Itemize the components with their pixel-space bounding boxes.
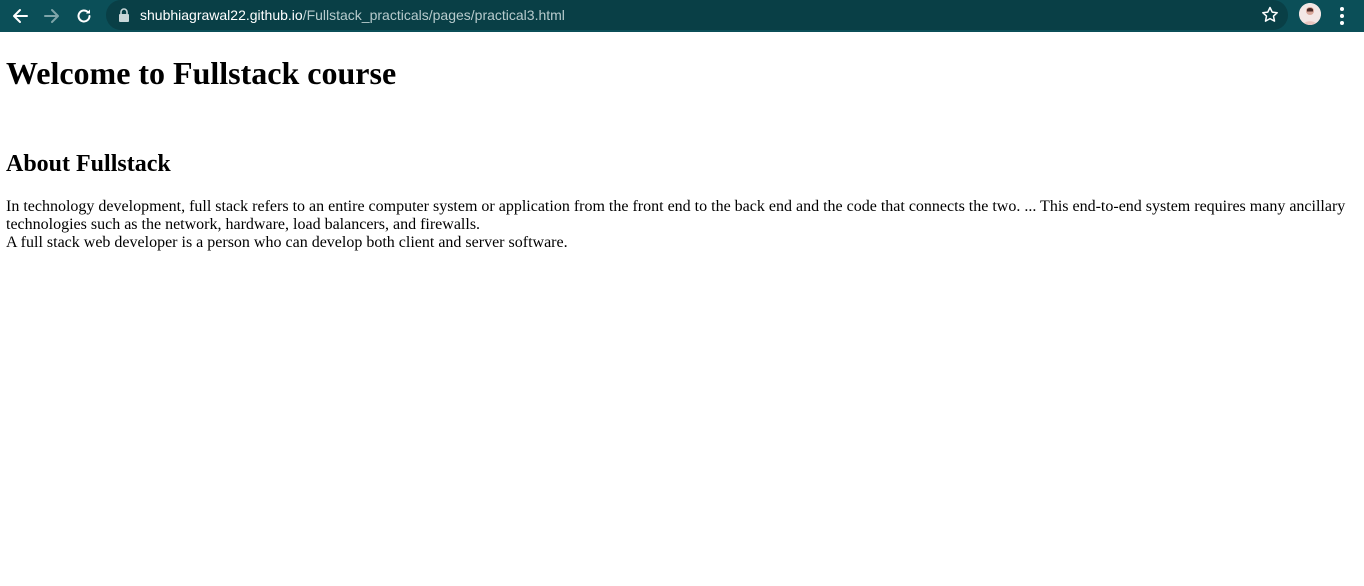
reload-button[interactable]	[68, 0, 100, 32]
kebab-menu-icon[interactable]	[1332, 4, 1352, 28]
page-title: Welcome to Fullstack course	[6, 55, 397, 91]
url-host: shubhiagrawal22.github.io	[140, 7, 303, 23]
star-icon[interactable]	[1260, 5, 1280, 25]
about-paragraph: In technology development, full stack re…	[6, 198, 1351, 252]
back-button[interactable]	[4, 0, 36, 32]
url-text[interactable]: shubhiagrawal22.github.io/Fullstack_prac…	[140, 6, 565, 24]
section-heading: About Fullstack	[6, 151, 171, 177]
reload-icon	[77, 9, 91, 23]
browser-toolbar: shubhiagrawal22.github.io/Fullstack_prac…	[0, 0, 1364, 32]
paragraph-line-1: In technology development, full stack re…	[6, 198, 1346, 233]
paragraph-line-2: A full stack web developer is a person w…	[6, 234, 568, 251]
avatar[interactable]	[1299, 3, 1321, 25]
arrow-right-icon	[44, 9, 59, 23]
forward-button[interactable]	[36, 0, 68, 32]
url-path: /Fullstack_practicals/pages/practical3.h…	[302, 7, 565, 23]
address-bar[interactable]: shubhiagrawal22.github.io/Fullstack_prac…	[106, 0, 1288, 30]
arrow-left-icon	[13, 9, 28, 23]
lock-icon	[119, 8, 129, 22]
profile-picture	[1299, 3, 1321, 25]
